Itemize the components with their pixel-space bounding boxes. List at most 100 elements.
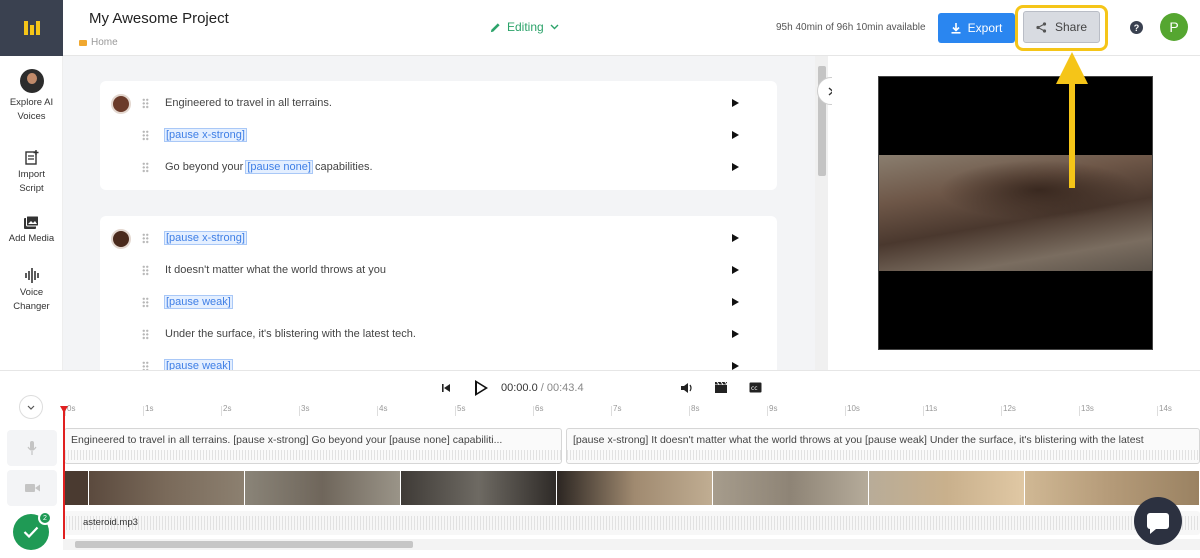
sidebar-item-explore-ai-voices[interactable]: Explore AI Voices (0, 69, 63, 124)
ruler-tick: 2s (220, 404, 232, 416)
ruler-tick: 6s (532, 404, 544, 416)
ai-voice-avatar-icon (19, 69, 44, 93)
video-thumbnail (401, 471, 557, 505)
video-thumbnail (1025, 471, 1200, 505)
play-line-icon[interactable] (732, 330, 739, 338)
playback-time: 00:00.0 / 00:43.4 (501, 382, 584, 394)
folder-icon (79, 39, 87, 46)
breadcrumb-home[interactable]: Home (91, 37, 118, 48)
captions-icon[interactable]: cc (749, 382, 762, 393)
script-editor[interactable]: Engineered to travel in all terrains. [p… (63, 56, 815, 370)
voice-clip-2[interactable]: [pause x-strong] It doesn't matter what … (566, 428, 1200, 464)
video-thumbnail (245, 471, 401, 505)
project-title[interactable]: My Awesome Project (89, 10, 229, 27)
chat-bubble-icon (1147, 513, 1169, 534)
play-line-icon[interactable] (732, 266, 739, 274)
ruler-tick: 9s (766, 404, 778, 416)
drag-handle-icon[interactable] (142, 130, 149, 141)
script-line[interactable]: [pause weak] (100, 292, 777, 314)
drag-handle-icon[interactable] (142, 265, 149, 276)
mode-dropdown[interactable]: Editing (490, 20, 559, 34)
speaker-block-2[interactable]: [pause x-strong] It doesn't matter what … (100, 216, 777, 370)
play-line-icon[interactable] (732, 234, 739, 242)
script-line[interactable]: [pause x-strong] (100, 125, 777, 147)
pause-tag: [pause weak] (164, 359, 233, 370)
pencil-icon (490, 22, 500, 32)
left-sidebar: Explore AI Voices Import Script Add Medi… (0, 56, 63, 370)
video-thumbnail (713, 471, 869, 505)
script-line[interactable]: It doesn't matter what the world throws … (100, 260, 777, 282)
play-line-icon[interactable] (732, 99, 739, 107)
chat-button[interactable] (1134, 497, 1182, 545)
export-button[interactable]: Export (938, 13, 1015, 43)
ruler-tick: 7s (610, 404, 622, 416)
script-line[interactable]: Go beyond your [pause none] capabilities… (100, 157, 777, 179)
playhead[interactable] (60, 406, 68, 540)
video-track-toggle[interactable] (7, 470, 57, 506)
ruler-tick: 4s (376, 404, 388, 416)
video-camera-icon (24, 484, 40, 492)
skip-back-icon[interactable] (441, 383, 451, 393)
breadcrumb[interactable]: Home (79, 37, 118, 48)
play-line-icon[interactable] (732, 163, 739, 171)
script-line[interactable]: Under the surface, it's blistering with … (100, 324, 777, 346)
user-avatar[interactable]: P (1160, 13, 1188, 41)
script-line[interactable]: [pause x-strong] (100, 228, 777, 250)
ruler-tick: 14s (1157, 404, 1172, 416)
drag-handle-icon[interactable] (142, 98, 149, 109)
timeline-ruler[interactable]: 0s 1s 2s 3s 4s 5s 6s 7s 8s 9s 10s 11s 12… (63, 404, 1200, 418)
audio-track[interactable]: asteroid.mp3 (63, 511, 1200, 535)
video-thumbnail (63, 471, 89, 505)
voice-clip-1[interactable]: Engineered to travel in all terrains. [p… (64, 428, 562, 464)
ruler-tick: 11s (922, 404, 938, 416)
checkmark-icon (23, 526, 39, 538)
chevron-down-icon (27, 405, 35, 410)
collapse-timeline-button[interactable] (19, 395, 43, 419)
export-label: Export (967, 21, 1003, 35)
import-script-icon (24, 150, 38, 165)
clapperboard-icon[interactable] (714, 381, 728, 394)
volume-icon[interactable] (680, 382, 693, 394)
audio-file-name: asteroid.mp3 (83, 517, 138, 528)
play-line-icon[interactable] (732, 362, 739, 370)
video-thumbnail (869, 471, 1025, 505)
availability-text: 95h 40min of 96h 10min available (776, 22, 926, 33)
sidebar-item-import-script[interactable]: Import Script (0, 150, 63, 196)
ruler-tick: 5s (454, 404, 466, 416)
sidebar-item-voice-changer[interactable]: Voice Changer (0, 268, 63, 314)
script-line[interactable]: [pause weak] (100, 356, 777, 370)
transport-bar (0, 370, 1200, 406)
timeline-scrollbar[interactable] (63, 539, 1200, 550)
ruler-tick: 13s (1079, 404, 1094, 416)
app-logo[interactable] (0, 0, 63, 56)
waveform (567, 450, 1199, 460)
drag-handle-icon[interactable] (142, 361, 149, 370)
video-thumbnail (557, 471, 713, 505)
drag-handle-icon[interactable] (142, 329, 149, 340)
script-line[interactable]: Engineered to travel in all terrains. (100, 93, 777, 115)
drag-handle-icon[interactable] (142, 162, 149, 173)
add-media-icon (24, 216, 39, 229)
pause-tag: [pause none] (245, 160, 313, 174)
waveform (65, 450, 561, 460)
sidebar-item-add-media[interactable]: Add Media (0, 216, 63, 246)
ruler-tick: 10s (845, 404, 860, 416)
waveform (63, 516, 1200, 530)
play-line-icon[interactable] (732, 131, 739, 139)
video-track[interactable] (63, 471, 1200, 505)
play-icon[interactable] (475, 380, 488, 396)
drag-handle-icon[interactable] (142, 297, 149, 308)
share-button[interactable]: Share (1023, 11, 1100, 43)
drag-handle-icon[interactable] (142, 233, 149, 244)
ruler-tick: 8s (688, 404, 700, 416)
play-line-icon[interactable] (732, 298, 739, 306)
ruler-tick: 0s (64, 404, 76, 416)
ruler-tick: 12s (1001, 404, 1016, 416)
speaker-block-1[interactable]: Engineered to travel in all terrains. [p… (100, 81, 777, 190)
video-preview[interactable] (878, 76, 1153, 350)
arrow-shaft (1069, 80, 1075, 188)
voice-changer-icon (24, 268, 39, 283)
voice-track-toggle[interactable] (7, 430, 57, 466)
scrollbar-thumb[interactable] (75, 541, 413, 548)
help-icon[interactable]: ? (1130, 21, 1143, 34)
